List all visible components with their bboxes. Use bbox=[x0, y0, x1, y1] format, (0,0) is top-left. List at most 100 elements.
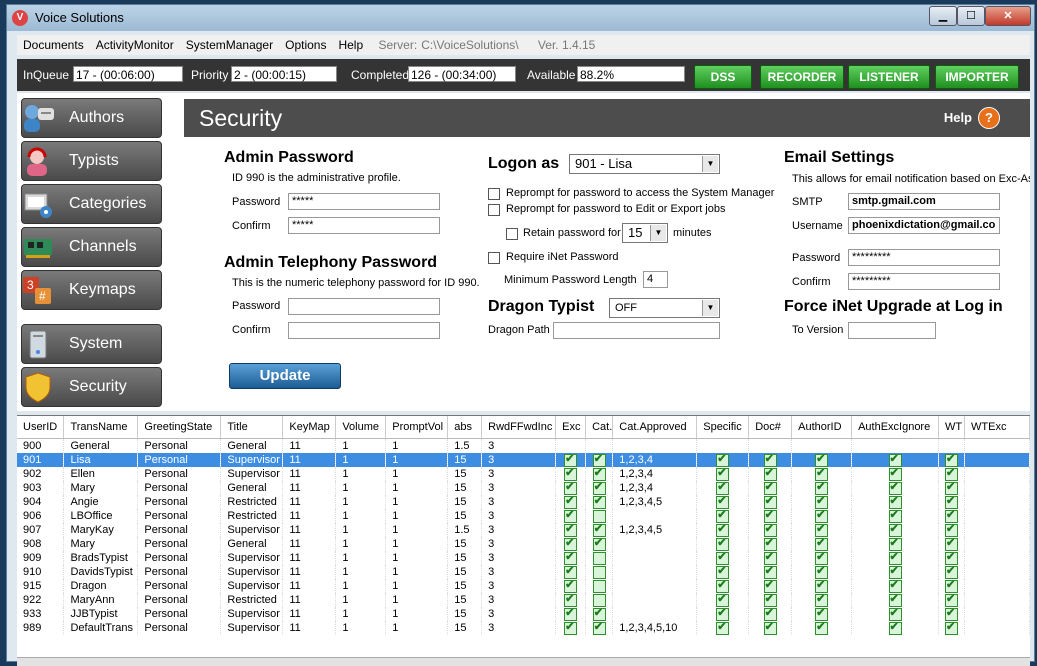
table-row[interactable]: 904AngiePersonalRestricted11111531,2,3,4… bbox=[17, 495, 1030, 509]
checkbox-icon[interactable] bbox=[716, 481, 730, 495]
column-header[interactable]: UserID bbox=[17, 416, 65, 439]
checkbox-icon[interactable] bbox=[815, 495, 829, 509]
dss-button[interactable]: DSS bbox=[694, 65, 752, 89]
checkbox-icon[interactable] bbox=[945, 481, 958, 495]
checkbox-icon[interactable] bbox=[716, 607, 730, 621]
sidebar-item-security[interactable]: Security bbox=[21, 367, 162, 407]
checkbox-icon[interactable] bbox=[716, 495, 730, 509]
checkbox-icon[interactable] bbox=[592, 509, 606, 523]
checkbox-icon[interactable] bbox=[888, 551, 902, 565]
checkbox-icon[interactable] bbox=[815, 481, 829, 495]
checkbox-icon[interactable] bbox=[815, 593, 829, 607]
admin-confirm-field[interactable]: ***** bbox=[288, 217, 440, 234]
checkbox-icon[interactable] bbox=[592, 621, 606, 635]
checkbox-icon[interactable] bbox=[888, 523, 902, 537]
column-header[interactable]: WTExc bbox=[964, 416, 1030, 439]
checkbox-icon[interactable] bbox=[888, 593, 902, 607]
checkbox-icon[interactable] bbox=[815, 509, 829, 523]
checkbox-icon[interactable] bbox=[592, 467, 606, 481]
checkbox-icon[interactable] bbox=[888, 495, 902, 509]
table-row[interactable]: 908 Mary Personal General 11 1 1 15 3 bbox=[17, 537, 1030, 551]
sidebar-item-system[interactable]: System bbox=[21, 324, 162, 364]
checkbox-icon[interactable] bbox=[888, 621, 902, 635]
checkbox-icon[interactable] bbox=[592, 453, 606, 467]
checkbox-icon[interactable] bbox=[564, 537, 578, 551]
checkbox-icon[interactable] bbox=[815, 453, 829, 467]
checkbox-icon[interactable] bbox=[564, 565, 578, 579]
column-header[interactable]: KeyMap bbox=[282, 416, 337, 439]
column-header[interactable]: Doc# bbox=[748, 416, 793, 439]
checkbox-icon[interactable] bbox=[564, 495, 578, 509]
checkbox-icon[interactable] bbox=[888, 509, 902, 523]
sidebar-item-authors[interactable]: Authors bbox=[21, 98, 162, 138]
checkbox-icon[interactable] bbox=[888, 537, 902, 551]
checkbox-icon[interactable] bbox=[564, 579, 578, 593]
checkbox-icon[interactable] bbox=[945, 509, 958, 523]
menu-activity-monitor[interactable]: ActivityMonitor bbox=[90, 35, 180, 52]
checkbox-icon[interactable] bbox=[716, 593, 730, 607]
dragon-path-field[interactable] bbox=[553, 322, 720, 339]
table-row[interactable]: 909 BradsTypist Personal Supervisor 11 1 1 15 3 bbox=[17, 551, 1030, 565]
column-header[interactable]: Title bbox=[220, 416, 284, 439]
checkbox-icon[interactable] bbox=[945, 467, 958, 481]
checkbox-icon[interactable] bbox=[763, 565, 777, 579]
column-header[interactable]: GreetingState bbox=[137, 416, 222, 439]
menu-system-manager[interactable]: SystemManager bbox=[180, 35, 279, 52]
column-header[interactable]: AuthExcIgnore bbox=[851, 416, 940, 439]
checkbox-icon[interactable] bbox=[945, 453, 958, 467]
checkbox-icon[interactable] bbox=[945, 607, 958, 621]
checkbox-icon[interactable] bbox=[763, 509, 777, 523]
checkbox-icon[interactable] bbox=[815, 565, 829, 579]
column-header[interactable]: Cat. bbox=[585, 416, 614, 439]
checkbox-icon[interactable] bbox=[716, 509, 730, 523]
update-button[interactable]: Update bbox=[229, 363, 341, 389]
dragon-typist-select[interactable]: OFF ▼ bbox=[609, 298, 720, 318]
column-header[interactable]: Specific bbox=[696, 416, 750, 439]
checkbox-icon[interactable] bbox=[763, 481, 777, 495]
checkbox-icon[interactable] bbox=[716, 621, 730, 635]
retain-password-checkbox[interactable] bbox=[506, 228, 518, 240]
column-header[interactable]: WT bbox=[938, 416, 965, 439]
checkbox-icon[interactable] bbox=[716, 467, 730, 481]
checkbox-icon[interactable] bbox=[945, 495, 958, 509]
checkbox-icon[interactable] bbox=[592, 551, 606, 565]
checkbox-icon[interactable] bbox=[888, 579, 902, 593]
checkbox-icon[interactable] bbox=[716, 551, 730, 565]
checkbox-icon[interactable] bbox=[888, 467, 902, 481]
checkbox-icon[interactable] bbox=[945, 523, 958, 537]
column-header[interactable]: Cat.Approved bbox=[612, 416, 698, 439]
checkbox-icon[interactable] bbox=[564, 453, 578, 467]
table-row[interactable]: 922 MaryAnn Personal Restricted 11 1 1 15 3 bbox=[17, 593, 1030, 607]
username-field[interactable]: phoenixdictation@gmail.co bbox=[848, 217, 1000, 234]
sidebar-item-categories[interactable]: Categories bbox=[21, 184, 162, 224]
checkbox-icon[interactable] bbox=[945, 565, 958, 579]
recorder-button[interactable]: RECORDER bbox=[760, 65, 844, 89]
checkbox-icon[interactable] bbox=[564, 467, 578, 481]
maximize-button[interactable]: ☐ bbox=[957, 6, 985, 26]
checkbox-icon[interactable] bbox=[815, 523, 829, 537]
checkbox-icon[interactable] bbox=[592, 565, 606, 579]
retain-minutes-select[interactable]: 15 ▼ bbox=[622, 223, 668, 243]
checkbox-icon[interactable] bbox=[945, 621, 958, 635]
email-confirm-field[interactable]: ********* bbox=[848, 273, 1000, 290]
column-header[interactable]: RwdFFwdInc bbox=[481, 416, 557, 439]
checkbox-icon[interactable] bbox=[564, 551, 578, 565]
checkbox-icon[interactable] bbox=[592, 593, 606, 607]
table-row[interactable]: 902EllenPersonalSupervisor11111531,2,3,4 bbox=[17, 467, 1030, 481]
column-header[interactable]: Exc bbox=[555, 416, 587, 439]
column-header[interactable]: Volume bbox=[335, 416, 387, 439]
telephony-password-field[interactable] bbox=[288, 298, 440, 315]
checkbox-icon[interactable] bbox=[716, 565, 730, 579]
checkbox-icon[interactable] bbox=[592, 481, 606, 495]
checkbox-icon[interactable] bbox=[592, 523, 606, 537]
checkbox-icon[interactable] bbox=[945, 593, 958, 607]
checkbox-icon[interactable] bbox=[763, 621, 777, 635]
checkbox-icon[interactable] bbox=[592, 579, 606, 593]
checkbox-icon[interactable] bbox=[592, 607, 606, 621]
email-password-field[interactable]: ********* bbox=[848, 249, 1000, 266]
checkbox-icon[interactable] bbox=[716, 537, 730, 551]
checkbox-icon[interactable] bbox=[815, 551, 829, 565]
checkbox-icon[interactable] bbox=[564, 481, 578, 495]
table-row[interactable]: 906 LBOffice Personal Restricted 11 1 1 15 3 bbox=[17, 509, 1030, 523]
smtp-field[interactable]: smtp.gmail.com bbox=[848, 193, 1000, 210]
